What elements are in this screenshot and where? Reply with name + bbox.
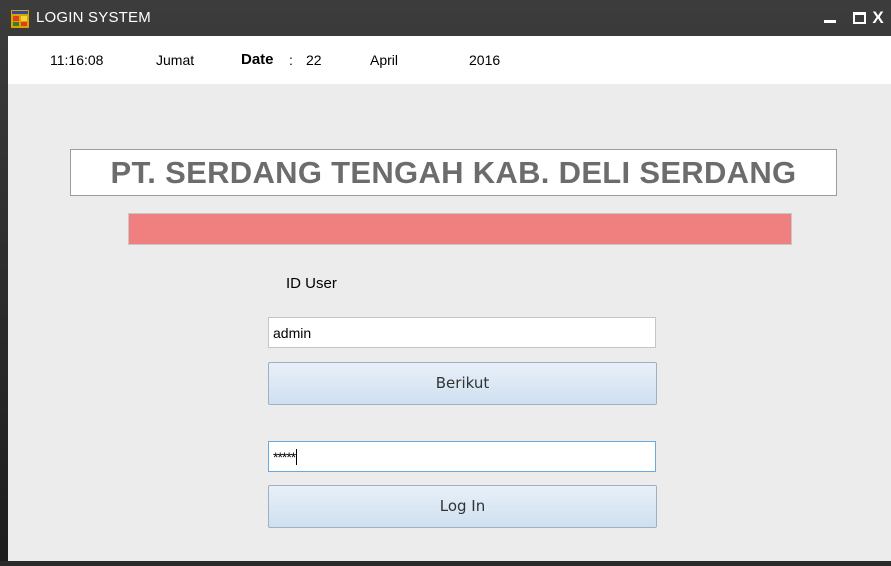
user-id-label: ID User xyxy=(286,275,337,292)
year-label: 2016 xyxy=(469,52,501,68)
close-icon[interactable]: X xyxy=(865,6,891,30)
time-label: 11:16:08 xyxy=(50,52,104,68)
login-window: LOGIN SYSTEM X 11:16:08 Jumat Date : 22 … xyxy=(0,0,891,566)
day-label: Jumat xyxy=(156,52,195,68)
window-title: LOGIN SYSTEM xyxy=(36,9,151,26)
date-time-bar: 11:16:08 Jumat Date : 22 April 2016 xyxy=(8,36,891,84)
minimize-icon[interactable] xyxy=(816,6,844,30)
date-caption: Date xyxy=(241,51,274,68)
month-label: April xyxy=(370,52,399,68)
text-caret xyxy=(296,449,298,465)
form-client-area: 11:16:08 Jumat Date : 22 April 2016 PT. … xyxy=(8,36,891,561)
date-day-label: 22 xyxy=(306,52,322,68)
window-bottom-edge xyxy=(0,561,891,566)
title-bar[interactable]: LOGIN SYSTEM X xyxy=(0,0,891,36)
password-input[interactable]: ***** xyxy=(268,441,656,472)
login-button[interactable]: Log In xyxy=(268,485,657,528)
password-mask: ***** xyxy=(273,449,296,465)
user-id-input[interactable]: admin xyxy=(268,317,656,348)
status-bar xyxy=(128,213,792,245)
date-separator: : xyxy=(289,52,293,68)
app-window-icon xyxy=(11,10,29,28)
next-button[interactable]: Berikut xyxy=(268,362,657,405)
company-name-label: PT. SERDANG TENGAH KAB. DELI SERDANG xyxy=(70,149,837,196)
